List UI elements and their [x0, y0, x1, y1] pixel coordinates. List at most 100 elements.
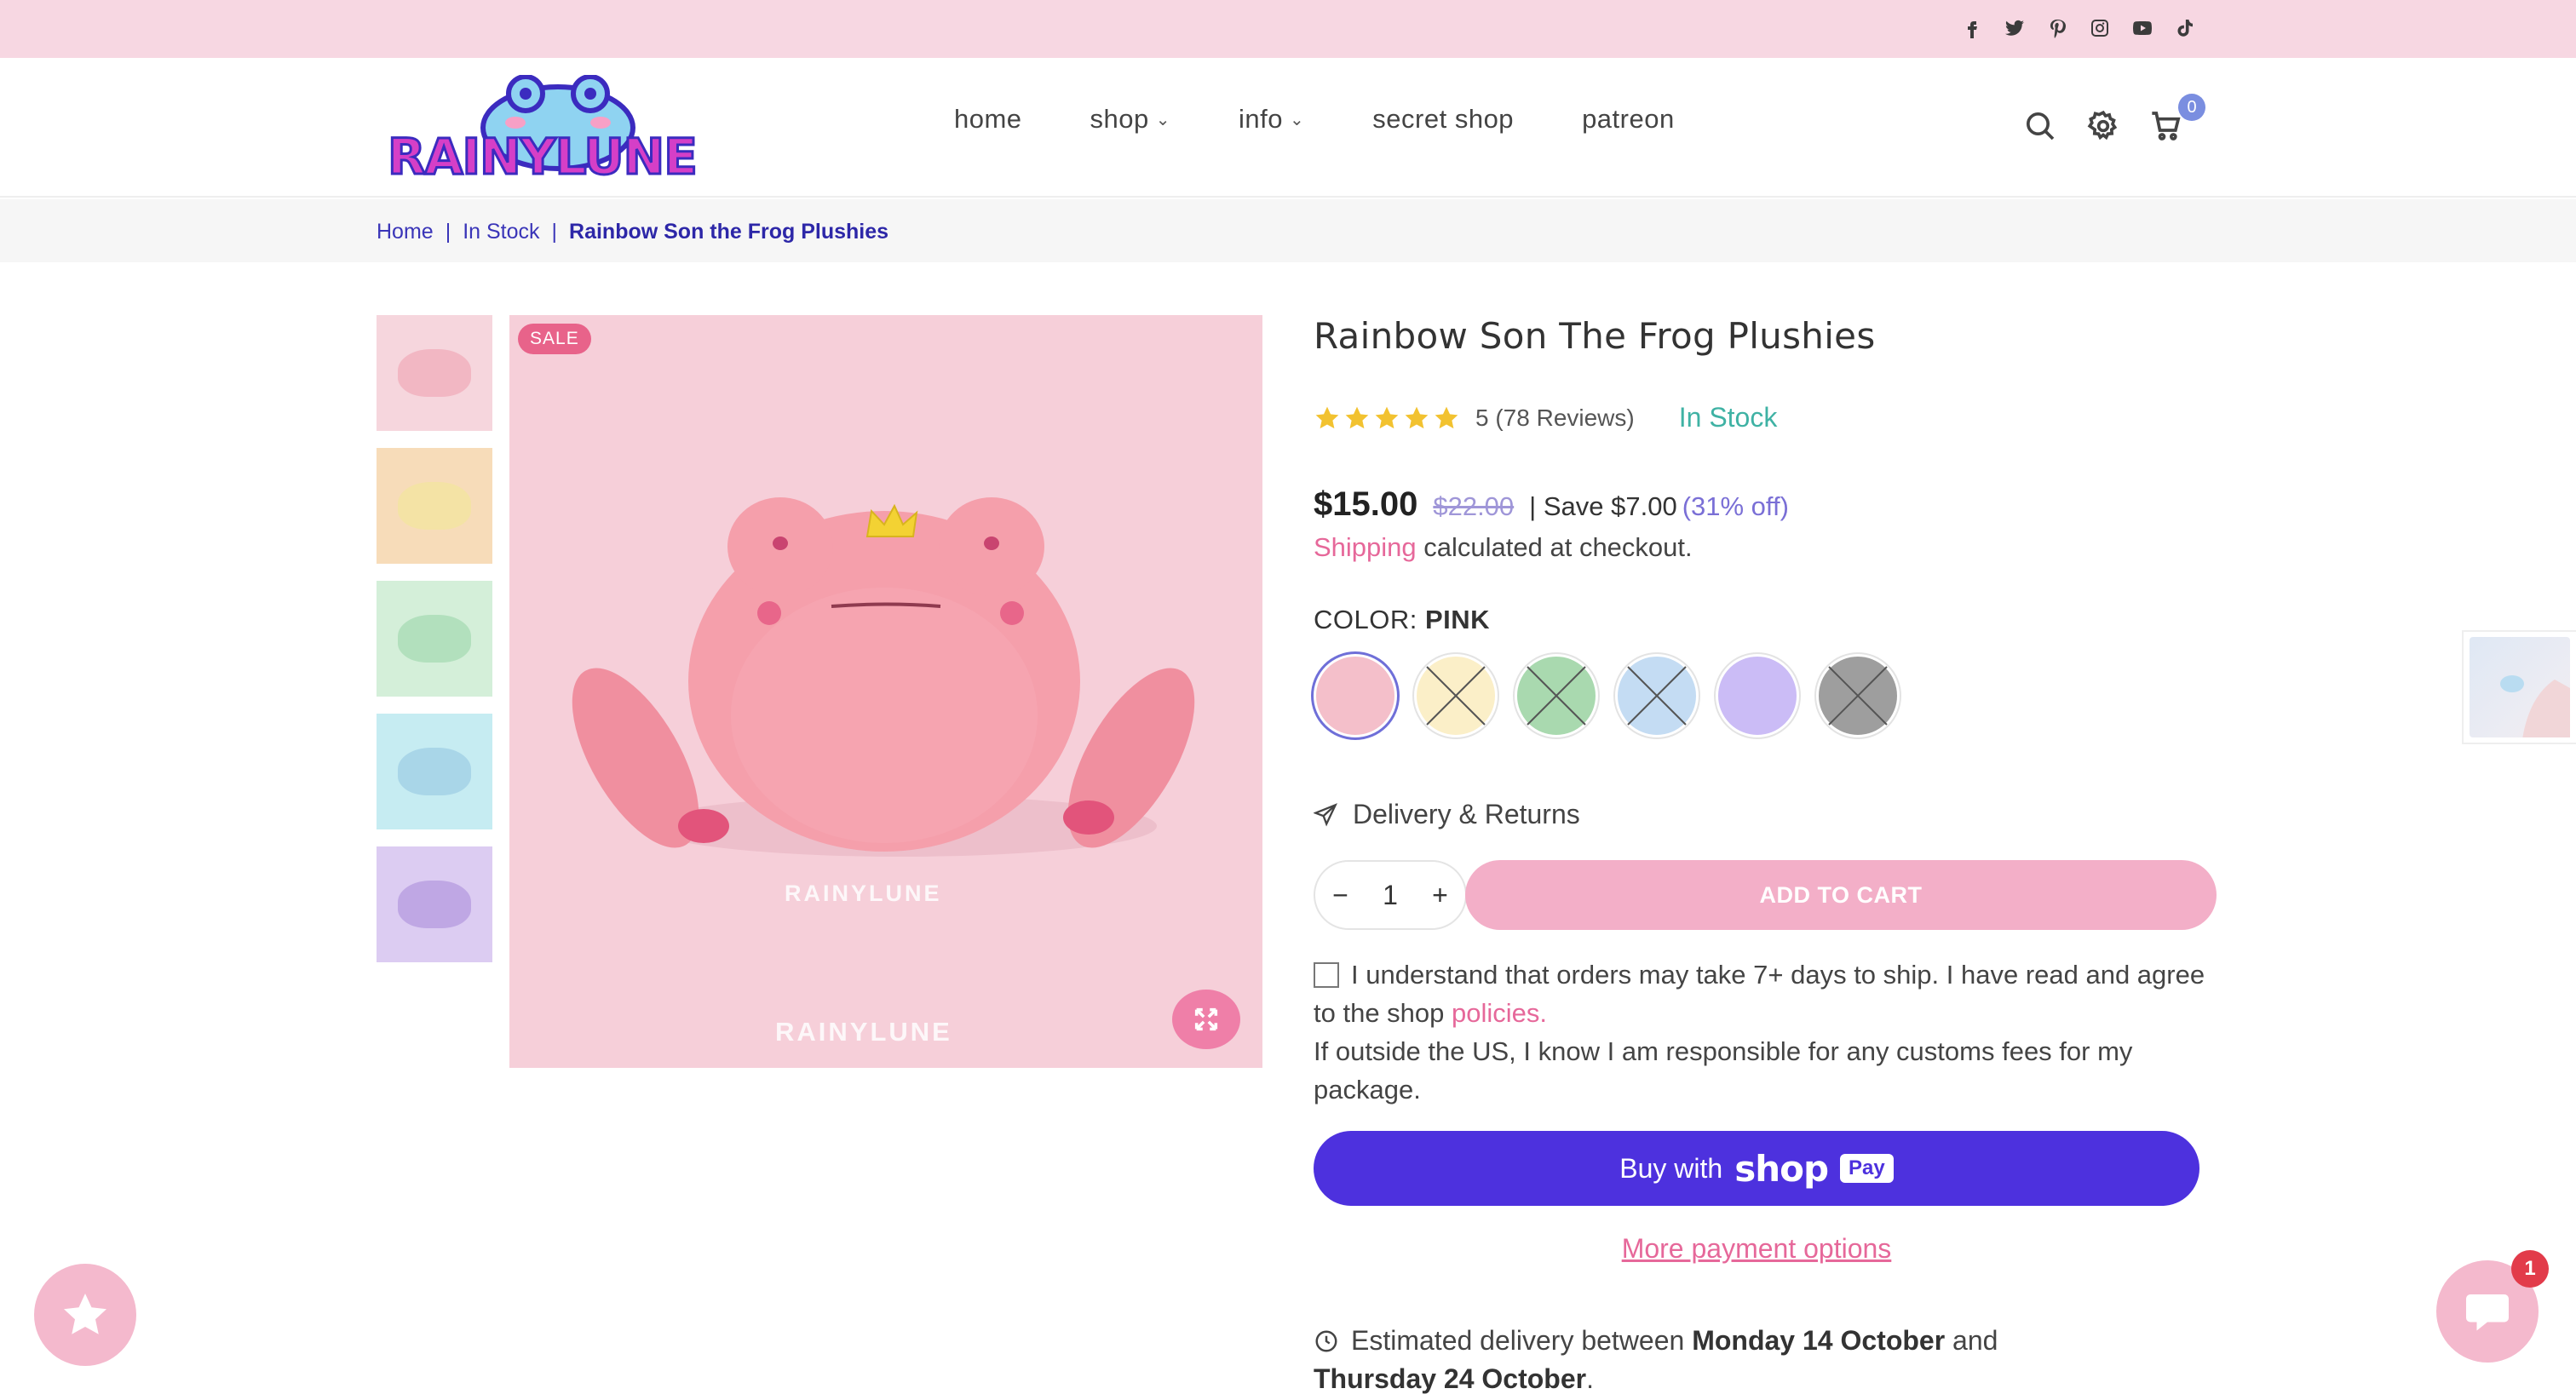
color-swatch-gray[interactable]: [1816, 654, 1900, 737]
nav-home-label: home: [954, 104, 1022, 134]
delivery-returns-link[interactable]: Delivery & Returns: [1314, 799, 1580, 830]
twitter-icon[interactable]: [2003, 14, 2027, 43]
star-icon: [1345, 406, 1369, 428]
rewards-launcher[interactable]: [34, 1264, 136, 1366]
pay-badge: Pay: [1840, 1154, 1894, 1183]
breadcrumb-separator: |: [445, 220, 451, 244]
thumbnail-frog-image: [398, 748, 471, 795]
thumbnail-frog-image: [398, 881, 471, 928]
terms-text: I understand that orders may take 7+ day…: [1314, 960, 2205, 1028]
pinterest-icon[interactable]: [2045, 14, 2069, 43]
nav-info[interactable]: info ⌄: [1239, 104, 1304, 135]
estimate-end-date: Thursday 24 October: [1314, 1363, 1587, 1394]
color-swatch-pink[interactable]: [1314, 654, 1397, 737]
settings-gear-icon[interactable]: [2086, 109, 2120, 147]
header-actions: 0: [2023, 94, 2205, 147]
tiktok-icon[interactable]: [2173, 14, 2197, 43]
shipping-link[interactable]: Shipping: [1314, 532, 1417, 562]
shop-brand-logo: shop: [1734, 1147, 1829, 1190]
star-rating[interactable]: [1314, 405, 1460, 432]
chevron-down-icon: ⌄: [1155, 110, 1171, 129]
customs-note: If outside the US, I know I am responsib…: [1314, 1036, 2133, 1105]
chevron-down-icon: ⌄: [1290, 110, 1305, 129]
facebook-icon[interactable]: [1960, 14, 1984, 43]
breadcrumb-in-stock[interactable]: In Stock: [463, 220, 539, 244]
nav-info-label: info: [1239, 104, 1284, 134]
thumbnail-frog-image: [398, 615, 471, 663]
more-payment-options-link[interactable]: More payment options: [1314, 1233, 2199, 1265]
unavailable-cross-icon: [1527, 666, 1586, 726]
main-product-image[interactable]: SALE RAINYLUNE RAINYLUNE: [509, 315, 1262, 1068]
star-icon: [1315, 406, 1339, 428]
breadcrumb-home[interactable]: Home: [377, 220, 434, 244]
social-links: [1960, 14, 2197, 43]
sale-badge: SALE: [518, 324, 591, 354]
star-icon: [1435, 406, 1458, 428]
product-info: Rainbow Son The Frog Plushies 5 (78 Revi…: [1314, 315, 2217, 1394]
nav-patreon[interactable]: patreon: [1582, 104, 1675, 135]
quantity-input[interactable]: 1: [1383, 880, 1398, 911]
side-product-popup[interactable]: [2462, 630, 2576, 744]
quantity-decrease-button[interactable]: −: [1332, 880, 1348, 911]
side-product-thumbnail: [2470, 637, 2570, 739]
watermark-text: RAINYLUNE: [775, 1017, 952, 1047]
estimate-suffix: .: [1586, 1363, 1594, 1394]
color-value: PINK: [1424, 605, 1491, 634]
product-thumbnail[interactable]: [377, 581, 492, 697]
breadcrumb-current: Rainbow Son the Frog Plushies: [569, 220, 889, 244]
buy-with-label: Buy with: [1619, 1152, 1723, 1184]
nav-shop[interactable]: shop ⌄: [1090, 104, 1171, 135]
stock-status: In Stock: [1678, 402, 1778, 433]
site-header: RAINYLUNE home shop ⌄ info ⌄ secret shop…: [0, 58, 2576, 198]
nav-secret-shop[interactable]: secret shop: [1372, 104, 1514, 135]
youtube-icon[interactable]: [2130, 14, 2154, 43]
terms-checkbox[interactable]: [1314, 962, 1339, 988]
color-swatch-blue[interactable]: [1615, 654, 1699, 737]
shop-pay-button[interactable]: Buy with shop Pay: [1314, 1131, 2199, 1206]
unavailable-cross-icon: [1426, 666, 1486, 726]
policies-link[interactable]: policies.: [1452, 998, 1547, 1028]
color-swatch-purple[interactable]: [1716, 654, 1799, 737]
search-icon[interactable]: [2023, 109, 2057, 147]
color-swatch-green[interactable]: [1515, 654, 1598, 737]
instagram-icon[interactable]: [2088, 14, 2112, 43]
product-thumbnail[interactable]: [377, 315, 492, 431]
product-thumbnail[interactable]: [377, 846, 492, 962]
breadcrumb: Home | In Stock | Rainbow Son the Frog P…: [377, 220, 888, 244]
main-nav: home shop ⌄ info ⌄ secret shop patreon: [954, 104, 1675, 135]
product-title: Rainbow Son The Frog Plushies: [1314, 315, 1876, 357]
cart-icon: [2152, 112, 2181, 141]
site-logo[interactable]: RAINYLUNE: [387, 74, 703, 191]
logo-wordmark: RAINYLUNE: [387, 127, 699, 187]
nav-home[interactable]: home: [954, 104, 1022, 135]
nav-shop-label: shop: [1090, 104, 1149, 134]
price-row: $15.00 $22.00 | Save $7.00 (31% off): [1314, 485, 1789, 524]
savings-amount: | Save $7.00: [1529, 491, 1677, 521]
thumbnail-frog-image: [398, 482, 471, 530]
chat-bubble-icon: [2466, 1294, 2509, 1331]
color-label-prefix: COLOR:: [1314, 605, 1425, 634]
compare-price: $22.00: [1433, 491, 1515, 521]
delivery-returns-label: Delivery & Returns: [1353, 799, 1580, 829]
product-thumbnail[interactable]: [377, 714, 492, 829]
estimate-start-date: Monday 14 October: [1692, 1325, 1946, 1356]
sale-price: $15.00: [1314, 485, 1418, 523]
color-label: COLOR: PINK: [1314, 605, 1490, 635]
product-thumbnail[interactable]: [377, 448, 492, 564]
estimate-prefix: Estimated delivery between: [1351, 1325, 1693, 1356]
estimate-mid: and: [1945, 1325, 1998, 1356]
zoom-button[interactable]: [1172, 990, 1240, 1049]
quantity-increase-button[interactable]: +: [1432, 880, 1448, 911]
breadcrumb-bar: Home | In Stock | Rainbow Son the Frog P…: [0, 199, 2576, 262]
quantity-stepper: − 1 +: [1314, 860, 1467, 930]
announcement-bar: [0, 0, 2576, 58]
add-to-cart-button[interactable]: ADD TO CART: [1465, 860, 2217, 930]
cart-button[interactable]: 0: [2149, 94, 2205, 147]
color-swatch-yellow[interactable]: [1414, 654, 1498, 737]
frog-plush-image: [572, 497, 1195, 857]
watermark-text: RAINYLUNE: [785, 881, 942, 906]
breadcrumb-separator: |: [551, 220, 558, 244]
review-count[interactable]: 5 (78 Reviews): [1475, 405, 1635, 432]
thumbnail-frog-image: [398, 349, 471, 397]
paper-plane-icon: [1314, 802, 1337, 826]
